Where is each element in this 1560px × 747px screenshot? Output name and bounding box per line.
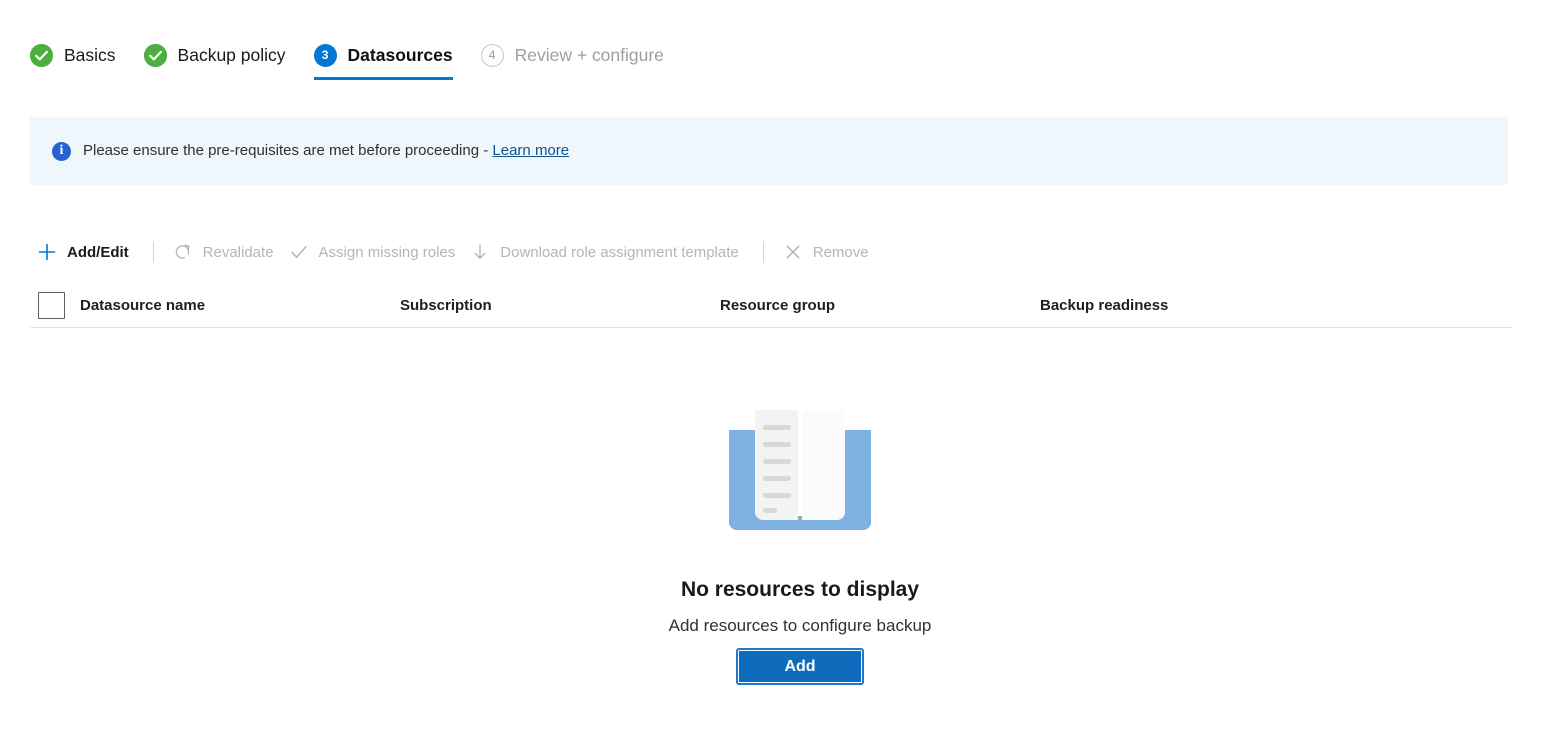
step-number-badge: 4 [480,43,504,67]
banner-message: Please ensure the pre-requisites are met… [83,141,569,161]
prerequisites-info-banner: i Please ensure the pre-requisites are m… [30,117,1508,185]
wizard-tab-backup-policy[interactable]: Backup policy [143,30,286,80]
active-tab-underline [313,77,453,80]
column-header-backup-readiness[interactable]: Backup readiness [1040,297,1512,314]
configure-backup-datasources-page: Basics Backup policy 3 Datasources 4 Rev… [0,0,1560,747]
info-icon: i [52,141,71,161]
assign-missing-roles-label: Assign missing roles [318,243,456,261]
plus-icon [36,241,58,263]
toolbar-separator [152,241,154,263]
banner-message-text: Please ensure the pre-requisites are met… [83,142,493,159]
learn-more-link[interactable]: Learn more [492,142,569,159]
assign-missing-roles-button[interactable]: Assign missing roles [284,234,466,270]
download-icon [469,241,491,263]
column-header-resource-group[interactable]: Resource group [720,297,1040,314]
remove-label: Remove [812,243,869,261]
step-complete-check-icon [30,43,53,67]
add-edit-button[interactable]: Add/Edit [32,234,139,270]
check-icon [288,241,310,263]
remove-button[interactable]: Remove [778,234,879,270]
add-button[interactable]: Add [736,648,864,685]
wizard-tab-review-configure[interactable]: 4 Review + configure [480,30,664,80]
empty-state: No resources to display Add resources to… [0,398,1560,685]
toolbar-separator [762,241,764,263]
wizard-tab-basics[interactable]: Basics [30,30,116,80]
wizard-tab-label: Basics [64,45,116,65]
select-all-checkbox[interactable] [38,292,65,319]
revalidate-button[interactable]: Revalidate [168,234,284,270]
wizard-tab-label: Review + configure [514,45,664,65]
wizard-tab-label: Backup policy [177,45,286,65]
empty-state-title: No resources to display [680,578,920,601]
empty-state-subtitle: Add resources to configure backup [668,616,932,635]
download-role-assignment-template-label: Download role assignment template [500,243,739,261]
step-number-badge: 3 [313,43,337,67]
open-book-icon [725,398,875,550]
download-role-assignment-template-button[interactable]: Download role assignment template [465,234,748,270]
datasources-table-header: Datasource name Subscription Resource gr… [30,284,1512,328]
step-complete-check-icon [143,43,167,67]
column-header-subscription[interactable]: Subscription [400,297,720,314]
wizard-tab-datasources[interactable]: 3 Datasources [313,30,453,80]
wizard-tab-label: Datasources [347,45,453,65]
column-header-datasource-name[interactable]: Datasource name [80,297,400,314]
select-all-cell [30,292,80,319]
datasources-command-toolbar: Add/Edit Revalidate Assign missing roles [32,231,879,273]
wizard-step-tabs: Basics Backup policy 3 Datasources 4 Rev… [30,30,664,86]
revalidate-label: Revalidate [202,243,274,261]
add-edit-label: Add/Edit [67,243,129,261]
close-icon [782,241,804,263]
refresh-icon [172,241,194,263]
